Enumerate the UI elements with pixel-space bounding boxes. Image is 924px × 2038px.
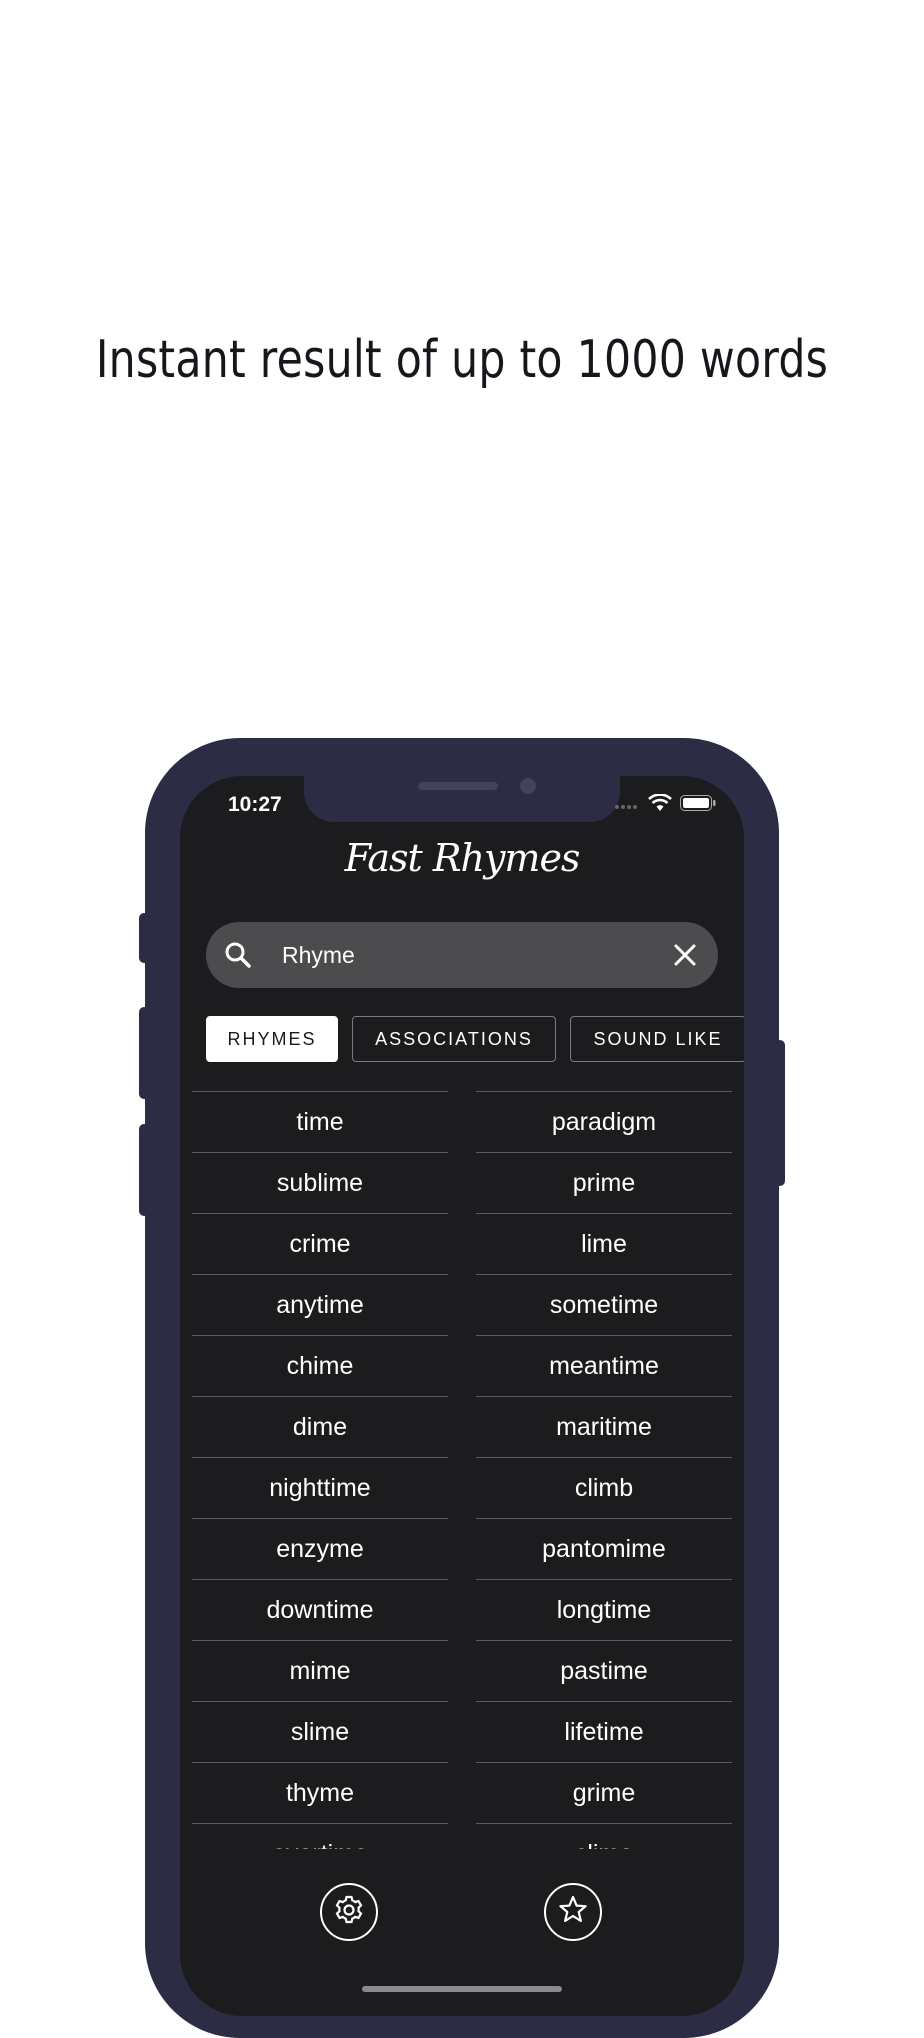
battery-icon (680, 795, 716, 816)
result-word[interactable]: enzyme (192, 1518, 448, 1579)
wifi-icon (648, 793, 672, 817)
result-word[interactable]: dime (192, 1396, 448, 1457)
results-column-left: time sublime crime anytime chime dime nighttim… (192, 1091, 448, 1849)
results-column-right: paradigm prime lime sometime meantime maritim… (476, 1091, 732, 1849)
search-input[interactable] (282, 934, 662, 976)
result-word[interactable]: mime (192, 1640, 448, 1701)
tab-sound-like[interactable]: SOUND LIKE (570, 1016, 744, 1062)
result-word[interactable]: time (192, 1091, 448, 1152)
result-word[interactable]: lime (476, 1213, 732, 1274)
headline: Instant result of up to 1000 words (95, 330, 829, 390)
phone-screen: 10:27 Fast Rhymes RHYMES ASSOCIATIONS SO… (180, 776, 744, 2016)
result-word[interactable]: nighttime (192, 1457, 448, 1518)
result-word[interactable]: crime (192, 1213, 448, 1274)
status-icons (614, 793, 716, 817)
result-word[interactable]: pastime (476, 1640, 732, 1701)
result-word[interactable]: prime (476, 1152, 732, 1213)
result-word[interactable]: sublime (192, 1152, 448, 1213)
search-bar (206, 922, 718, 988)
gear-icon (333, 1894, 365, 1931)
result-word[interactable]: grime (476, 1762, 732, 1823)
star-icon (557, 1894, 589, 1931)
result-word[interactable]: sometime (476, 1274, 732, 1335)
results-grid: time sublime crime anytime chime dime nighttim… (192, 1091, 732, 1849)
category-tabs: RHYMES ASSOCIATIONS SOUND LIKE (206, 1016, 744, 1066)
clear-search-icon[interactable] (672, 942, 698, 973)
result-word[interactable]: overtime (192, 1823, 448, 1849)
result-word[interactable]: chime (192, 1335, 448, 1396)
home-indicator (362, 1986, 562, 1992)
result-word[interactable]: longtime (476, 1579, 732, 1640)
notch (304, 776, 620, 822)
result-word[interactable]: slime (192, 1701, 448, 1762)
status-time: 10:27 (228, 793, 282, 816)
search-icon (224, 941, 252, 974)
result-word[interactable]: paradigm (476, 1091, 732, 1152)
camera (520, 778, 536, 794)
app-logo: Fast Rhymes (344, 836, 581, 880)
result-word[interactable]: lifetime (476, 1701, 732, 1762)
settings-button[interactable] (320, 1883, 378, 1941)
result-word[interactable]: clime (476, 1823, 732, 1849)
result-word[interactable]: meantime (476, 1335, 732, 1396)
result-word[interactable]: climb (476, 1457, 732, 1518)
result-word[interactable]: thyme (192, 1762, 448, 1823)
tab-rhymes[interactable]: RHYMES (206, 1016, 338, 1062)
tab-associations[interactable]: ASSOCIATIONS (352, 1016, 556, 1062)
result-word[interactable]: downtime (192, 1579, 448, 1640)
speaker (418, 782, 498, 790)
signal-icon (614, 797, 640, 815)
result-word[interactable]: maritime (476, 1396, 732, 1457)
result-word[interactable]: pantomime (476, 1518, 732, 1579)
favorites-button[interactable] (544, 1883, 602, 1941)
result-word[interactable]: anytime (192, 1274, 448, 1335)
